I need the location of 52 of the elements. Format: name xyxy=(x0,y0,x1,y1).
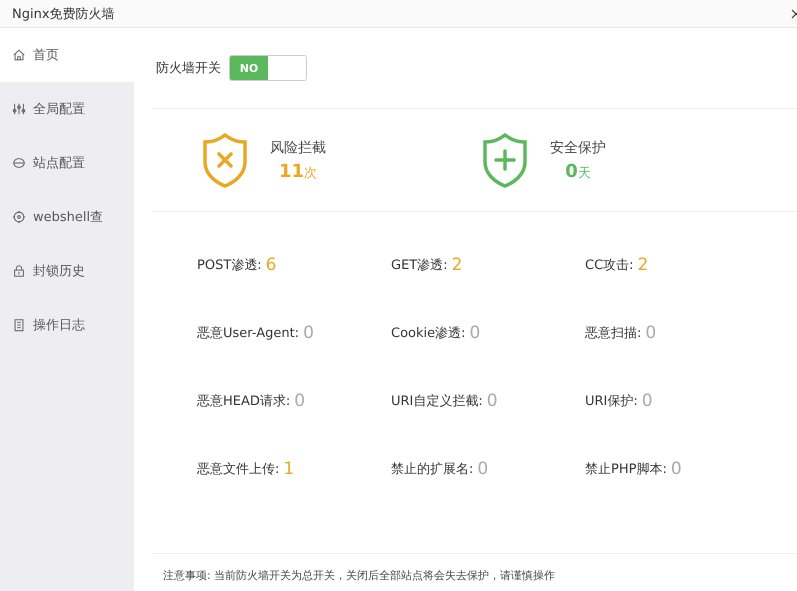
sidebar-label: 操作日志 xyxy=(33,317,85,334)
stat-value: 0 xyxy=(645,323,656,343)
shield-cross-icon xyxy=(202,132,248,188)
sidebar-label: 站点配置 xyxy=(33,155,85,172)
summary-value: 0天 xyxy=(565,160,591,182)
stat-label: 恶意HEAD请求: xyxy=(197,393,290,410)
stat-label: URI自定义拦截: xyxy=(391,393,483,410)
home-icon xyxy=(12,48,26,62)
sidebar-item[interactable]: 首页 xyxy=(0,28,134,82)
stat-value: 0 xyxy=(294,391,306,411)
stat-value: 0 xyxy=(486,391,498,411)
sidebar-item[interactable]: 全局配置 xyxy=(0,82,134,136)
switch-label: 防火墙开关 xyxy=(156,60,221,77)
stat-label: URI保护: xyxy=(585,393,638,410)
stat-label: 恶意扫描: xyxy=(585,325,642,342)
stat-value: 0 xyxy=(303,323,314,343)
summary-value: 11次 xyxy=(278,160,318,182)
sidebar-item[interactable]: webshell查 xyxy=(0,190,134,244)
stat-label: 禁止PHP脚本: xyxy=(585,461,667,478)
stat-value: 0 xyxy=(670,459,682,479)
warning-note: 注意事项: 当前防火墙开关为总开关，关闭后全部站点将会失去保护，请谨慎操作 xyxy=(163,568,556,583)
sidebar-label: 全局配置 xyxy=(33,101,85,118)
sidebar-item[interactable]: 站点配置 xyxy=(0,136,134,190)
stat-label: 恶意文件上传: xyxy=(197,461,280,478)
target-icon xyxy=(12,210,26,224)
stat-value: 2 xyxy=(638,255,648,275)
sidebar-item[interactable]: 封锁历史 xyxy=(0,244,134,298)
sidebar-label: webshell查 xyxy=(33,209,104,226)
stat-label: GET渗透: xyxy=(391,257,448,274)
sidebar-label: 封锁历史 xyxy=(33,263,85,280)
stat-label: Cookie渗透: xyxy=(391,325,466,342)
stat-value: 2 xyxy=(452,255,462,275)
stat-label: POST渗透: xyxy=(197,257,262,274)
window-title: Nginx免费防火墙 xyxy=(12,6,115,22)
summary-title: 风险拦截 xyxy=(270,138,326,156)
stat-value: 1 xyxy=(283,459,294,479)
document-icon xyxy=(12,318,26,332)
stat-value: 6 xyxy=(266,255,276,275)
summary-title: 安全保护 xyxy=(550,138,606,156)
close-icon[interactable] xyxy=(791,8,797,18)
shield-plus-icon xyxy=(482,132,528,188)
sidebar-label: 首页 xyxy=(33,47,59,64)
stat-label: 禁止的扩展名: xyxy=(391,461,474,478)
globe-icon xyxy=(12,156,26,170)
stat-value: 0 xyxy=(477,459,488,479)
stat-value: 0 xyxy=(470,323,480,343)
sidebar-item[interactable]: 操作日志 xyxy=(0,298,134,352)
stat-label: 恶意User-Agent: xyxy=(197,325,300,342)
sliders-icon xyxy=(12,102,26,116)
lock-icon xyxy=(12,264,26,278)
stat-value: 0 xyxy=(642,391,653,411)
stat-label: CC攻击: xyxy=(585,257,634,274)
